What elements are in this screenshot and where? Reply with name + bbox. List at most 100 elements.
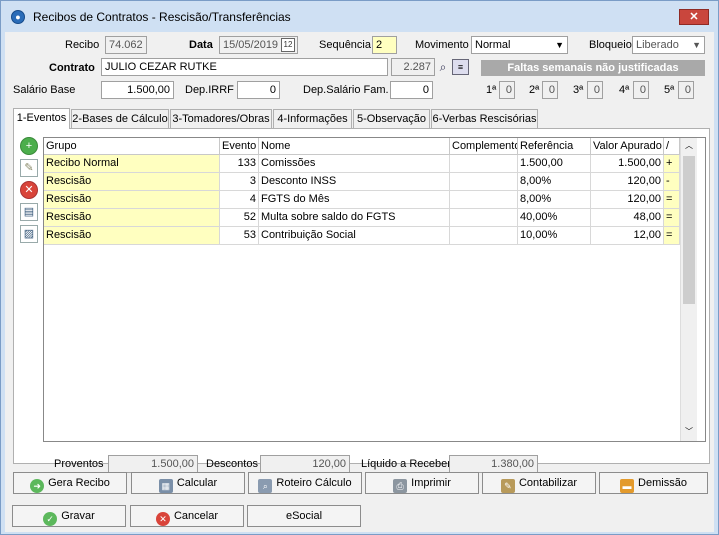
cell-referencia[interactable]: 8,00% <box>518 191 591 209</box>
cell-grupo[interactable]: Rescisão <box>44 191 220 209</box>
chevron-down-icon[interactable]: ﹀ <box>685 426 693 437</box>
demissao-label: Demissão <box>638 477 687 489</box>
col-valor-apurado[interactable]: Valor Apurado <box>591 138 664 155</box>
cell-sinal[interactable]: + <box>664 155 680 173</box>
col-grupo[interactable]: Grupo <box>44 138 220 155</box>
tab-observacao[interactable]: 5-Observação <box>353 109 430 129</box>
tab-verbas-rescisorias[interactable]: 6-Verbas Rescisórias <box>431 109 538 129</box>
cell-referencia[interactable]: 40,00% <box>518 209 591 227</box>
bloqueio-value: Liberado <box>636 39 679 51</box>
vertical-scrollbar[interactable]: ︿ ﹀ <box>680 138 697 441</box>
cell-complemento[interactable] <box>450 155 518 173</box>
tab-tomadores-obras[interactable]: 3-Tomadores/Obras <box>170 109 272 129</box>
sequencia-field[interactable]: 2 <box>372 36 397 54</box>
gera-recibo-label: Gera Recibo <box>48 477 110 489</box>
cell-valor[interactable]: 120,00 <box>591 173 664 191</box>
contabilizar-button[interactable]: ✎ Contabilizar <box>482 472 596 494</box>
cell-complemento[interactable] <box>450 227 518 245</box>
col-nome[interactable]: Nome <box>259 138 450 155</box>
gera-recibo-button[interactable]: ➜ Gera Recibo <box>13 472 127 494</box>
edit-icon[interactable]: ✎ <box>20 159 38 177</box>
week-5-label: 5ª <box>664 84 675 96</box>
roteiro-calculo-button[interactable]: ⌕ Roteiro Cálculo <box>248 472 362 494</box>
contrato-field[interactable]: JULIO CEZAR RUTKE <box>101 58 388 76</box>
cell-sinal[interactable]: = <box>664 209 680 227</box>
week-4-field[interactable]: 0 <box>633 81 649 99</box>
add-icon[interactable]: + <box>20 137 38 155</box>
contrato-label: Contrato <box>49 62 95 74</box>
demissao-button[interactable]: ▬ Demissão <box>599 472 708 494</box>
cell-nome[interactable]: Desconto INSS <box>259 173 450 191</box>
list-icon[interactable]: ≡ <box>452 59 469 75</box>
cancelar-label: Cancelar <box>173 510 219 522</box>
cell-nome[interactable]: Contribuição Social <box>259 227 450 245</box>
col-evento[interactable]: Evento <box>220 138 259 155</box>
cell-valor[interactable]: 120,00 <box>591 191 664 209</box>
sequencia-label: Sequência <box>319 39 371 51</box>
chevron-up-icon[interactable]: ︿ <box>685 140 693 151</box>
cell-evento[interactable]: 53 <box>220 227 259 245</box>
search-icon[interactable]: ⌕ <box>435 58 451 76</box>
cell-grupo[interactable]: Recibo Normal <box>44 155 220 173</box>
calendar-icon[interactable]: 12 <box>281 38 295 52</box>
cell-nome[interactable]: Multa sobre saldo do FGTS <box>259 209 450 227</box>
descontos-field: 120,00 <box>260 455 350 473</box>
cell-nome[interactable]: Comissões <box>259 155 450 173</box>
scrollbar-thumb[interactable] <box>683 156 695 304</box>
week-3-field[interactable]: 0 <box>587 81 603 99</box>
cell-evento[interactable]: 133 <box>220 155 259 173</box>
imprimir-button[interactable]: ⎙ Imprimir <box>365 472 479 494</box>
cell-grupo[interactable]: Rescisão <box>44 173 220 191</box>
cell-valor[interactable]: 48,00 <box>591 209 664 227</box>
bloqueio-select[interactable]: Liberado ▼ <box>632 36 705 54</box>
cell-referencia[interactable]: 1.500,00 <box>518 155 591 173</box>
col-referencia[interactable]: Referência <box>518 138 591 155</box>
gravar-button[interactable]: ✓ Gravar <box>12 505 126 527</box>
arrow-right-icon: ➜ <box>30 479 45 493</box>
roteiro-calculo-label: Roteiro Cálculo <box>276 477 352 489</box>
cell-sinal[interactable]: - <box>664 173 680 191</box>
week-4-label: 4ª <box>619 84 630 96</box>
dep-salario-field[interactable]: 0 <box>390 81 433 99</box>
esocial-button[interactable]: eSocial <box>247 505 361 527</box>
tab-informacoes[interactable]: 4-Informações <box>273 109 352 129</box>
cell-evento[interactable]: 3 <box>220 173 259 191</box>
cell-referencia[interactable]: 8,00% <box>518 173 591 191</box>
edit-table-icon[interactable]: ▨ <box>20 225 38 243</box>
cell-evento[interactable]: 52 <box>220 209 259 227</box>
movimento-select[interactable]: Normal ▼ <box>471 36 568 54</box>
salario-field[interactable]: 1.500,00 <box>101 81 174 99</box>
cell-referencia[interactable]: 10,00% <box>518 227 591 245</box>
calcular-label: Calcular <box>176 477 218 489</box>
cell-evento[interactable]: 4 <box>220 191 259 209</box>
cell-valor[interactable]: 12,00 <box>591 227 664 245</box>
recibo-field[interactable]: 74.062 <box>105 36 147 54</box>
tab-bases-calculo[interactable]: 2-Bases de Cálculo <box>71 109 169 129</box>
dep-irrf-field[interactable]: 0 <box>237 81 280 99</box>
cell-nome[interactable]: FGTS do Mês <box>259 191 450 209</box>
cell-grupo[interactable]: Rescisão <box>44 227 220 245</box>
cell-valor[interactable]: 1.500,00 <box>591 155 664 173</box>
data-field[interactable]: 15/05/2019 12 <box>219 36 298 54</box>
cell-sinal[interactable]: = <box>664 227 680 245</box>
tab-eventos[interactable]: 1-Eventos <box>13 108 70 129</box>
data-value: 15/05/2019 <box>223 39 279 51</box>
client-area: Recibo 74.062 Data 15/05/2019 12 Sequênc… <box>5 32 714 532</box>
delete-icon[interactable]: ✕ <box>20 181 38 199</box>
cell-complemento[interactable] <box>450 209 518 227</box>
cancelar-button[interactable]: ✕ Cancelar <box>130 505 244 527</box>
faltas-banner: Faltas semanais não justificadas <box>481 60 705 76</box>
week-5-field[interactable]: 0 <box>678 81 694 99</box>
cell-sinal[interactable]: = <box>664 191 680 209</box>
col-complemento[interactable]: Complemento <box>450 138 518 155</box>
cell-grupo[interactable]: Rescisão <box>44 209 220 227</box>
week-1-field[interactable]: 0 <box>499 81 515 99</box>
cell-complemento[interactable] <box>450 191 518 209</box>
close-button[interactable]: ✕ <box>679 9 709 25</box>
col-sinal[interactable]: / <box>664 138 680 155</box>
week-2-field[interactable]: 0 <box>542 81 558 99</box>
cell-complemento[interactable] <box>450 173 518 191</box>
calcular-button[interactable]: ▦ Calcular <box>131 472 245 494</box>
table-icon[interactable]: ▤ <box>20 203 38 221</box>
contrato-code: 2.287 <box>391 58 435 76</box>
